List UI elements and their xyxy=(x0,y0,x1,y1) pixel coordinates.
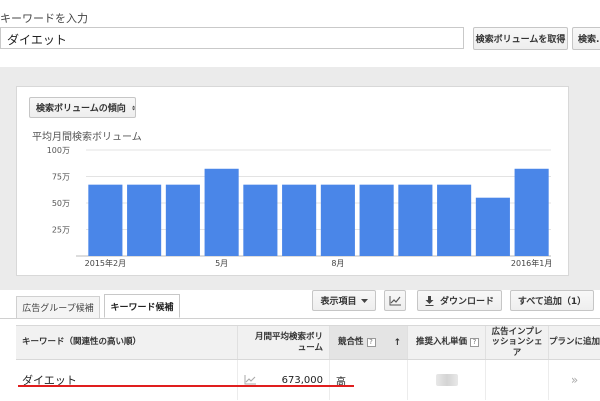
updown-arrows-icon xyxy=(131,105,135,110)
header-suggested-bid[interactable]: 推奨入札単価 ? xyxy=(408,326,486,359)
display-items-label: 表示項目 xyxy=(320,297,357,307)
header-impression-share-label: 広告インプレッションシェア xyxy=(491,326,543,358)
trend-chart-icon[interactable] xyxy=(244,375,256,385)
row-monthly-volume-value: 673,000 xyxy=(281,374,323,386)
y-tick-label: 75万 xyxy=(52,173,70,182)
search-volume-bar-chart: 100万 75万 50万 25万 2015年2月 5月 8月 2016年1月 xyxy=(47,146,553,268)
row-monthly-volume: 673,000 xyxy=(238,360,330,400)
keyword-input-label: キーワードを入力 xyxy=(0,12,88,25)
download-label: ダウンロード xyxy=(439,297,494,307)
table-header: キーワード（関連性の高い順） 月間平均検索ボリューム 競合性 ? ↑ 推奨入札単… xyxy=(16,325,600,360)
y-tick-label: 25万 xyxy=(52,226,70,235)
trend-select-label: 検索ボリュームの傾向 xyxy=(36,104,126,114)
chart-bar xyxy=(88,184,123,256)
header-impression-share[interactable]: 広告インプレッションシェア xyxy=(486,326,549,359)
chart-bar xyxy=(282,184,317,256)
sort-up-arrow-icon: ↑ xyxy=(393,338,401,348)
help-icon[interactable]: ? xyxy=(366,338,376,347)
header-suggested-bid-label: 推奨入札単価 xyxy=(416,337,468,348)
download-icon xyxy=(425,295,434,306)
blurred-bid-value xyxy=(435,374,458,386)
x-tick-label: 2016年1月 xyxy=(511,258,552,268)
header-keyword[interactable]: キーワード（関連性の高い順） xyxy=(16,326,238,359)
chart-toggle-button[interactable] xyxy=(384,290,406,311)
chart-bar xyxy=(204,168,239,256)
header-add-to-plan: プランに追加 xyxy=(549,337,600,348)
row-keyword: ダイエット xyxy=(16,360,238,400)
x-tick-label: 8月 xyxy=(331,259,344,268)
y-tick-label: 50万 xyxy=(52,199,70,208)
row-competition: 高 xyxy=(330,360,408,400)
header-competition-label: 競合性 xyxy=(338,337,364,348)
chart-bar xyxy=(243,184,278,256)
caret-down-icon xyxy=(360,298,368,303)
header-monthly-volume-label: 月間平均検索ボリューム xyxy=(254,331,323,353)
chart-bar xyxy=(475,197,510,256)
add-all-button[interactable]: すべて追加（1） xyxy=(510,290,594,311)
chart-bar xyxy=(359,184,394,256)
tab-keyword-ideas[interactable]: キーワード候補 xyxy=(104,294,180,318)
line-chart-icon xyxy=(389,295,401,305)
chart-bar xyxy=(398,184,433,256)
x-tick-label: 5月 xyxy=(215,259,228,268)
chart-bar xyxy=(320,184,355,256)
tab-ad-group-ideas[interactable]: 広告グループ候補 xyxy=(16,296,100,318)
row-impression-share xyxy=(486,360,549,400)
row-suggested-bid xyxy=(408,360,486,400)
y-tick-label: 100万 xyxy=(47,146,70,155)
header-monthly-volume[interactable]: 月間平均検索ボリューム xyxy=(238,326,330,359)
red-annotation-underline xyxy=(18,385,354,387)
display-items-button[interactable]: 表示項目 xyxy=(312,290,376,311)
chart-bar xyxy=(514,168,549,256)
add-to-plan-button[interactable]: » xyxy=(549,360,600,400)
x-tick-label: 2015年2月 xyxy=(85,258,126,268)
trend-select[interactable]: 検索ボリュームの傾向 xyxy=(29,97,136,118)
keyword-input[interactable]: ダイエット xyxy=(0,27,464,49)
get-search-volume-button[interactable]: 検索ボリュームを取得 xyxy=(473,27,568,50)
chart-bar xyxy=(437,184,472,256)
download-button[interactable]: ダウンロード xyxy=(417,290,502,311)
search-button-partial[interactable]: 検索... xyxy=(572,27,600,50)
tabs-divider xyxy=(0,318,600,319)
chart-bar xyxy=(165,184,200,256)
chart-bar xyxy=(127,184,162,256)
help-icon[interactable]: ? xyxy=(470,338,480,347)
header-competition[interactable]: 競合性 ? ↑ xyxy=(330,326,408,359)
table-row: ダイエット 673,000 高 » xyxy=(16,360,600,401)
